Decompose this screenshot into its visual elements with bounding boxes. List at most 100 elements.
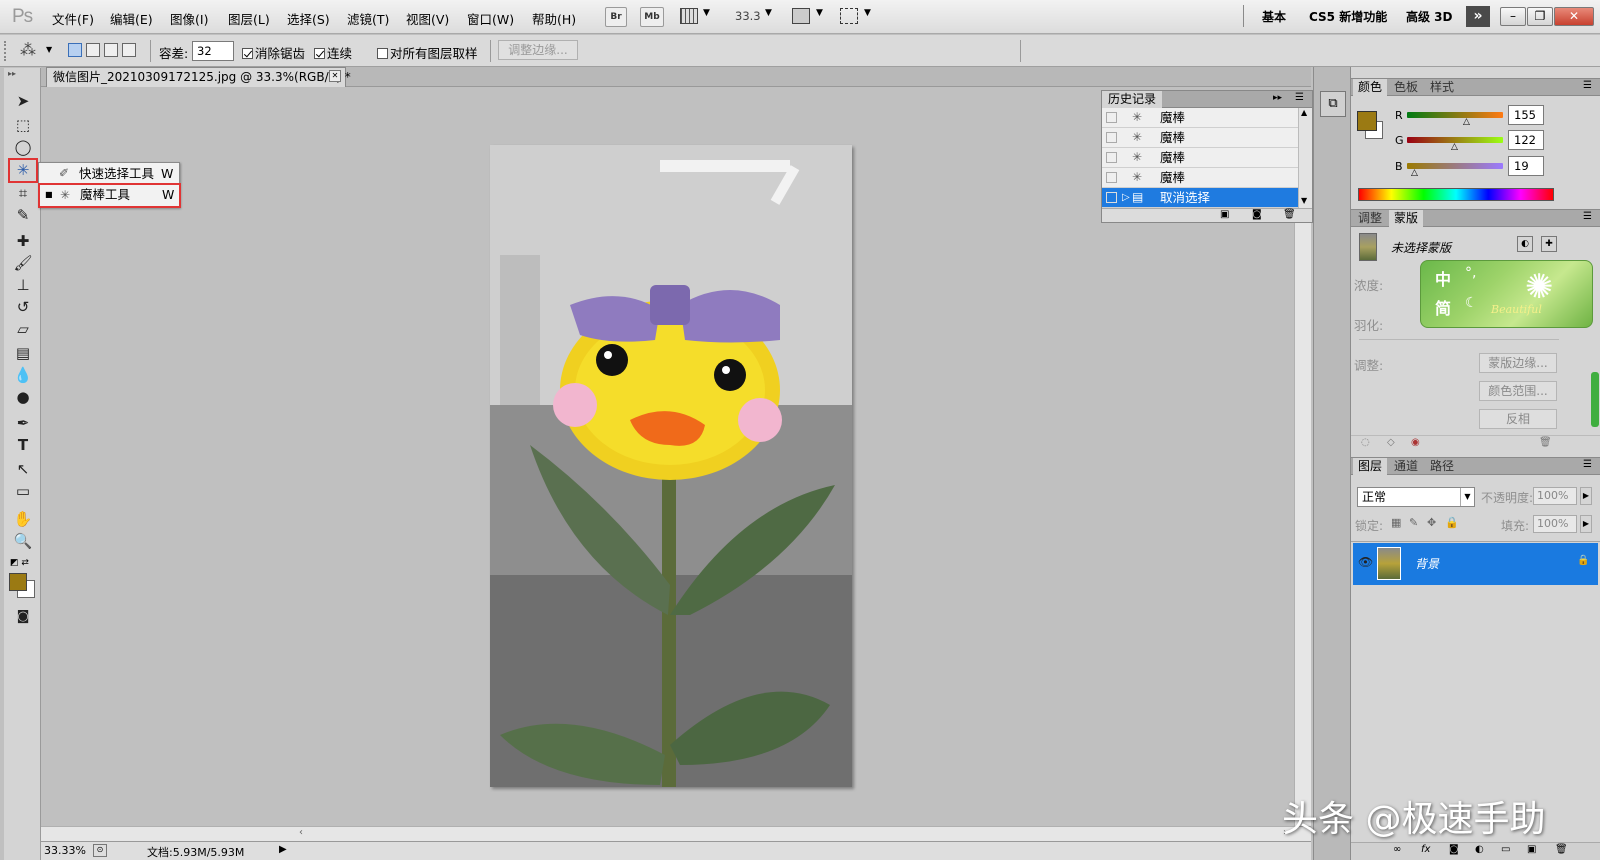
quick-selection-tool-item[interactable]: ✐ 快速选择工具 W [39,163,179,184]
checkbox-icon[interactable] [314,48,325,59]
panel-menu-icon[interactable]: ☰ [1583,80,1592,91]
ime-simplified-mode[interactable]: 简 [1435,295,1451,319]
zoom-tool-icon[interactable]: 🔍 [10,530,36,552]
bridge-button[interactable]: Br [605,7,627,27]
invert-button[interactable]: 反相 [1479,409,1557,429]
foreground-color-swatch[interactable] [9,573,27,591]
history-brush-source-icon[interactable] [1106,112,1117,123]
menu-edit[interactable]: 编辑(E) [110,9,153,28]
menu-filter[interactable]: 滤镜(T) [347,9,389,28]
status-info-icon[interactable]: ⊙ [93,844,107,857]
brush-tool-icon[interactable]: 🖌 [10,252,36,274]
dropdown-arrow-icon[interactable]: ▼ [816,8,823,18]
history-panel-icon[interactable]: ⧉ [1320,91,1346,117]
status-menu-arrow-icon[interactable]: ▶ [279,844,287,855]
default-colors-icon[interactable]: ◩ ⇄ [10,558,29,568]
menu-layer[interactable]: 图层(L) [228,9,270,28]
marquee-tool-icon[interactable]: ⬚ [10,114,36,136]
green-value-input[interactable]: 122 [1508,130,1544,150]
collapse-toolbox-icon[interactable]: ▸▸ [8,69,16,78]
layer-visibility-eye-icon[interactable]: 👁 [1358,555,1373,569]
gradient-tool-icon[interactable]: ▤ [10,342,36,364]
dropdown-arrow-icon[interactable]: ▼ [864,8,871,18]
scroll-left-icon[interactable]: ‹ [299,827,303,838]
new-selection-icon[interactable] [68,43,82,57]
history-item[interactable]: ✳ 魔棒 [1102,108,1298,128]
menu-select[interactable]: 选择(S) [287,9,330,28]
dodge-tool-icon[interactable]: ● [10,386,36,408]
document-image[interactable] [490,145,852,787]
menu-view[interactable]: 视图(V) [406,9,449,28]
contiguous-checkbox[interactable]: 连续 [314,43,352,62]
history-brush-source-icon[interactable] [1106,172,1117,183]
quick-mask-icon[interactable]: ◙ [10,606,36,628]
add-vector-mask-icon[interactable]: ✚ [1541,236,1557,252]
moon-icon[interactable]: ☾ [1465,295,1478,311]
lasso-tool-icon[interactable]: ◯ [10,136,36,158]
link-layers-icon[interactable]: ∞ [1393,844,1401,855]
dropdown-arrow-icon[interactable]: ▼ [1460,488,1474,506]
document-tab[interactable]: 微信图片_20210309172125.jpg @ 33.3%(RGB/8) *… [46,67,351,87]
lock-transparent-icon[interactable]: ▦ [1391,516,1401,529]
lock-image-icon[interactable]: ✎ [1409,516,1418,529]
opacity-arrow-icon[interactable]: ▶ [1580,487,1592,505]
history-tab[interactable]: 历史记录 [1102,91,1163,108]
tab-masks[interactable]: 蒙版 [1389,210,1424,227]
adjustment-layer-icon[interactable]: ◐ [1475,844,1484,855]
collapse-panel-icon[interactable]: ▸▸ [1273,93,1282,103]
close-document-icon[interactable]: ✕ [329,70,341,82]
type-tool-icon[interactable]: T [10,434,36,456]
panel-menu-icon[interactable]: ☰ [1583,459,1592,470]
new-layer-icon[interactable]: ▣ [1527,844,1536,855]
intersect-selection-icon[interactable] [122,43,136,57]
slider-thumb-icon[interactable]: △ [1411,168,1418,178]
zoom-level[interactable]: 33.3 [735,9,761,23]
add-pixel-mask-icon[interactable]: ◐ [1517,236,1533,252]
dock-scroll-thumb[interactable] [1591,372,1599,427]
layer-name[interactable]: 背景 [1415,555,1439,572]
load-selection-icon[interactable]: ◌ [1361,437,1370,448]
eyedropper-tool-icon[interactable]: ✎ [10,204,36,226]
red-slider[interactable] [1407,112,1503,118]
mini-bridge-button[interactable]: Mb [640,7,664,27]
fill-input[interactable]: 100% [1533,515,1577,533]
tab-channels[interactable]: 通道 [1389,458,1423,475]
lock-all-icon[interactable]: 🔒 [1445,516,1459,529]
checkbox-icon[interactable] [242,48,253,59]
magic-wand-preset-icon[interactable]: ⁂ [20,40,36,59]
red-value-input[interactable]: 155 [1508,105,1544,125]
delete-state-icon[interactable]: 🗑 [1283,209,1296,220]
dropdown-arrow-icon[interactable]: ▼ [703,8,710,18]
fill-arrow-icon[interactable]: ▶ [1580,515,1592,533]
tab-swatches[interactable]: 色板 [1389,79,1423,96]
tab-styles[interactable]: 样式 [1425,79,1459,96]
new-snapshot-icon[interactable]: ◙ [1252,209,1262,220]
history-item[interactable]: ✳ 魔棒 [1102,168,1298,188]
magic-wand-tool-item[interactable]: ■ ✳ 魔棒工具 W [38,183,181,208]
blue-value-input[interactable]: 19 [1508,156,1544,176]
history-scrollbar[interactable]: ▲ ▼ [1298,108,1312,208]
rectangle-tool-icon[interactable]: ▭ [10,480,36,502]
panel-menu-icon[interactable]: ☰ [1295,92,1304,103]
more-workspaces-icon[interactable]: » [1466,6,1490,27]
tab-adjustments[interactable]: 调整 [1353,210,1387,227]
antialias-checkbox[interactable]: 消除锯齿 [242,43,305,62]
zoom-readout[interactable]: 33.33% [44,844,86,857]
foreground-color-chip[interactable] [1357,111,1377,131]
lock-position-icon[interactable]: ✥ [1427,516,1436,529]
screen-mode-icon[interactable] [840,8,858,24]
slider-thumb-icon[interactable]: △ [1463,117,1470,127]
tab-layers[interactable]: 图层 [1353,458,1388,475]
healing-brush-tool-icon[interactable]: ✚ [10,230,36,252]
minimize-button[interactable]: – [1500,7,1526,26]
eraser-tool-icon[interactable]: ▱ [10,318,36,340]
clone-stamp-tool-icon[interactable]: ⊥ [10,274,36,296]
tab-color[interactable]: 颜色 [1353,79,1388,96]
workspace-essentials[interactable]: 基本 [1262,8,1286,25]
tolerance-input[interactable]: 32 [192,41,234,61]
disable-mask-icon[interactable]: ◉ [1411,437,1420,448]
history-item[interactable]: ✳ 魔棒 [1102,128,1298,148]
close-button[interactable]: ✕ [1554,7,1594,26]
add-mask-icon[interactable]: ◙ [1449,844,1459,855]
apply-mask-icon[interactable]: ◇ [1387,437,1395,448]
